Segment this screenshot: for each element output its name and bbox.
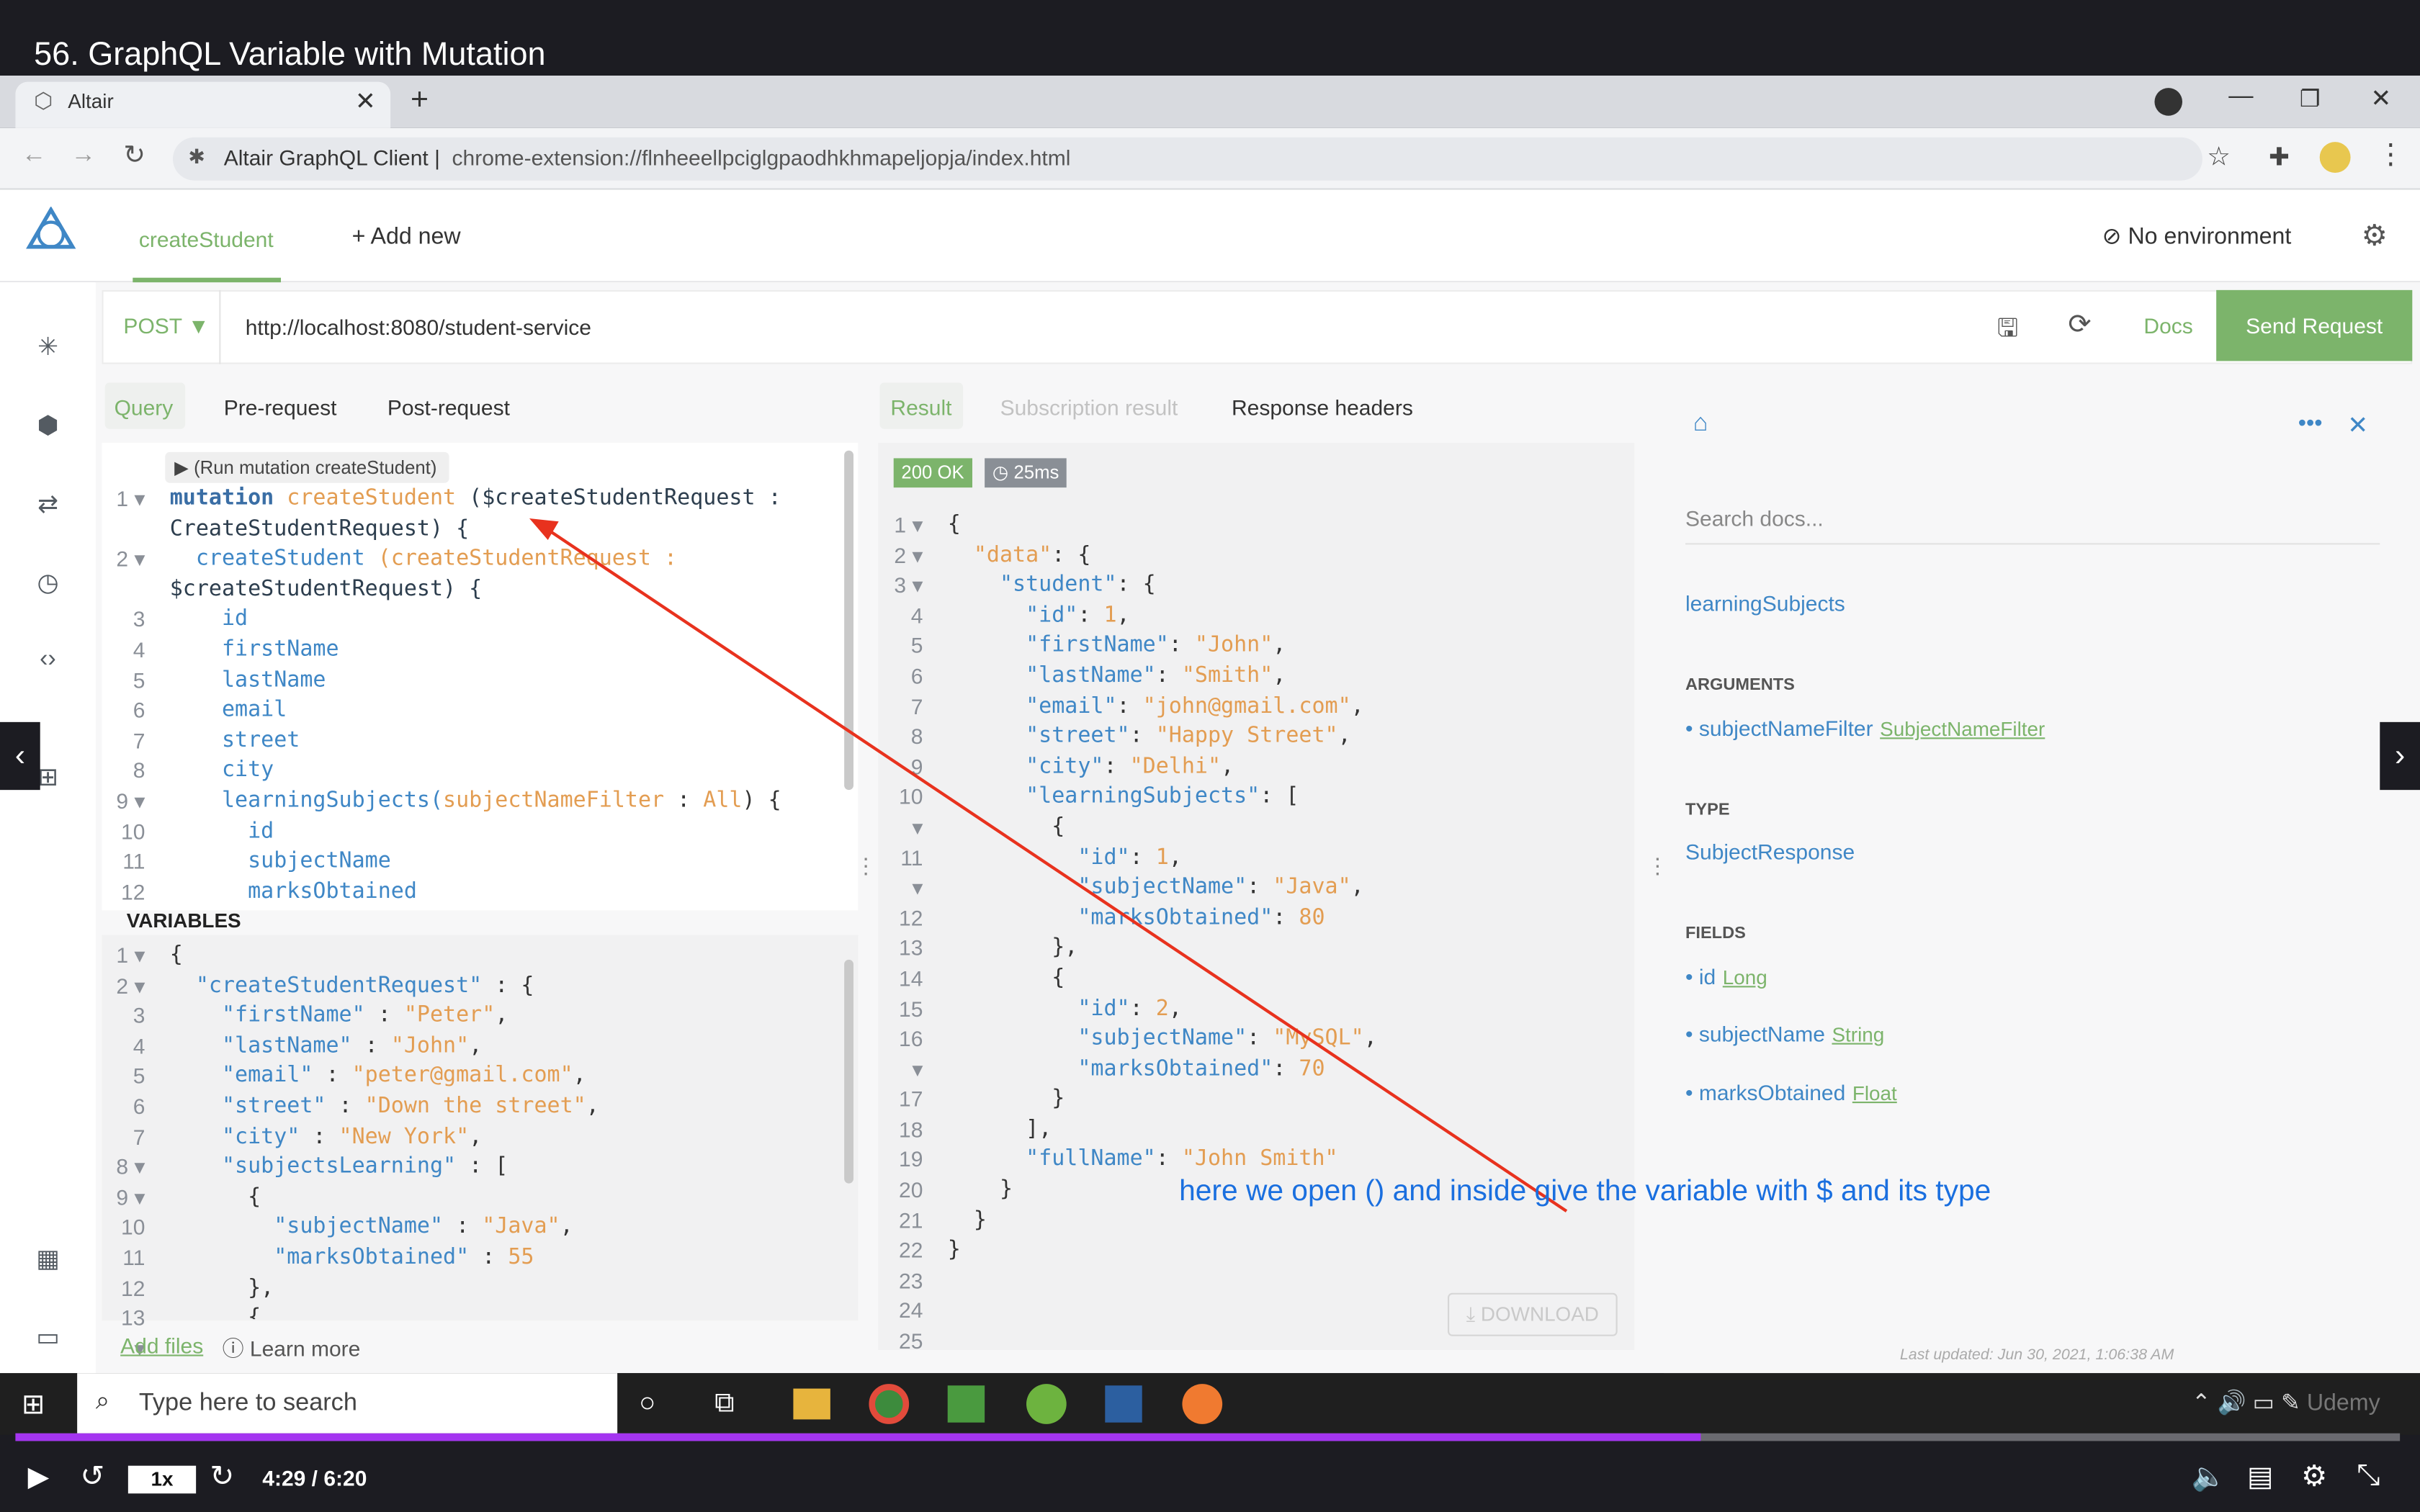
file-explorer-icon[interactable] (793, 1388, 830, 1420)
player-settings-icon[interactable]: ⚙ (2301, 1459, 2328, 1495)
chrome-icon[interactable] (869, 1384, 910, 1424)
windows-start-icon[interactable]: ⊞ (22, 1389, 45, 1421)
prev-lecture-chevron-icon[interactable]: ‹ (0, 721, 40, 791)
progress-fill (15, 1433, 1702, 1441)
search-icon: ⌕ (95, 1388, 110, 1415)
next-lecture-chevron-icon[interactable]: › (2380, 721, 2420, 791)
editor-icon[interactable] (947, 1385, 985, 1423)
system-tray: ⌃ 🔊 ▭ ✎ Udemy (2191, 1390, 2380, 1417)
play-icon[interactable]: ▶ (28, 1461, 50, 1493)
taskbar-search-placeholder: Type here to search (138, 1390, 357, 1417)
exit-fullscreen-icon[interactable]: ⤡ (2357, 1459, 2380, 1493)
captions-icon[interactable]: ▤ (2247, 1461, 2273, 1493)
postman-icon[interactable] (1182, 1384, 1223, 1424)
cortana-icon[interactable]: ○ (639, 1387, 655, 1419)
spring-tool-icon[interactable] (1026, 1384, 1067, 1424)
task-view-icon[interactable]: ⧉ (714, 1387, 735, 1419)
video-time: 4:29 / 6:20 (262, 1465, 367, 1490)
annotation-text: here we open () and inside give the vari… (1179, 1175, 1991, 1208)
app-icon[interactable] (1105, 1385, 1142, 1423)
volume-icon[interactable]: 🔈 (2192, 1461, 2226, 1493)
annotation-arrow (529, 518, 1568, 1212)
rewind-icon[interactable]: ↺ (80, 1459, 104, 1495)
forward-icon[interactable]: ↻ (210, 1459, 234, 1495)
playback-speed-button[interactable]: 1x (127, 1465, 197, 1494)
